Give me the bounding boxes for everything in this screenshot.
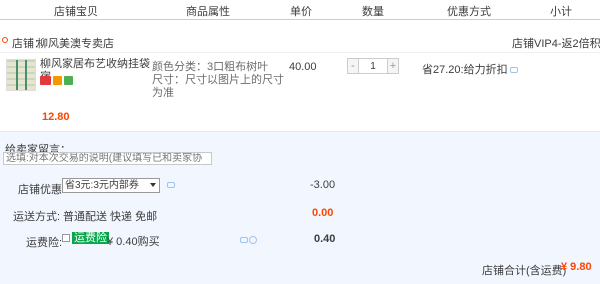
- insurance-icons: [238, 234, 257, 246]
- credit-card-icon: [40, 76, 51, 85]
- shipping-method: 普通配送 快递 免邮: [63, 211, 158, 223]
- header-subtotal: 小计: [550, 6, 572, 18]
- seven-day-return-icon: [64, 76, 73, 85]
- header-quantity: 数量: [362, 6, 384, 18]
- message-icon[interactable]: [167, 182, 175, 188]
- quantity-decrease-button[interactable]: -: [348, 59, 359, 73]
- shop-total-amount: ¥ 9.80: [561, 261, 592, 273]
- table-header: 店铺宝贝 商品属性 单价 数量 优惠方式 小计: [0, 0, 600, 20]
- seller-message-input[interactable]: [3, 152, 212, 165]
- message-icon[interactable]: [509, 67, 518, 74]
- quantity-increase-button[interactable]: +: [387, 59, 398, 73]
- help-icon[interactable]: [249, 236, 257, 245]
- coupon-select[interactable]: 省3元:3元内部券: [62, 178, 160, 193]
- header-shop-item: 店铺宝贝: [54, 6, 98, 18]
- coupon-label: 店铺优惠:: [18, 184, 66, 196]
- message-icon[interactable]: [240, 237, 248, 244]
- insurance-amount: 0.40: [314, 233, 336, 245]
- quantity-input[interactable]: [359, 59, 387, 73]
- coupon-selected-value: 省3元:3元内部券: [65, 180, 139, 191]
- shop-name-link[interactable]: 柳风美澳专卖店: [37, 35, 114, 51]
- coupon-amount: -3.00: [310, 179, 336, 191]
- shop-icon: [2, 37, 8, 43]
- item-subtotal: 12.80: [42, 111, 70, 123]
- header-attributes: 商品属性: [186, 6, 230, 18]
- seller-badge-icon: [53, 76, 62, 85]
- shipping-label: 运送方式:: [13, 211, 61, 223]
- shipping-amount: 0.00: [312, 207, 334, 219]
- attribute-size: 尺寸：尺寸以图片上的尺寸: [152, 74, 284, 86]
- attribute-size-cont: 为准: [152, 87, 174, 99]
- shop-row: 店铺： 柳风美澳专卖店 店铺VIP4-返2倍积分: [0, 33, 600, 51]
- cart-item: 柳风家居布艺收纳挂袋 宿 颜色分类：3口粗布树叶 尺寸：尺寸以图片上的尺寸 为准…: [0, 52, 600, 130]
- product-thumbnail[interactable]: [6, 59, 36, 91]
- header-unit-price: 单价: [290, 6, 312, 18]
- insurance-label: 运费险:: [26, 237, 63, 249]
- order-panel: 给卖家留言： 店铺优惠: 省3元:3元内部券 -3.00 运送方式: 普通配送 …: [0, 131, 600, 284]
- unit-price: 40.00: [289, 61, 317, 73]
- insurance-checkbox[interactable]: [62, 234, 70, 242]
- insurance-name-badge[interactable]: 运费险: [72, 232, 109, 244]
- attribute-color: 颜色分类：3口粗布树叶: [152, 61, 269, 73]
- discount-text: 省27.20:给力折扣: [422, 64, 508, 76]
- insurance-price: ¥ 0.40购买: [107, 236, 160, 248]
- product-badges: [40, 76, 75, 85]
- chevron-down-icon: [150, 183, 156, 187]
- quantity-stepper: - +: [347, 58, 399, 74]
- shop-total-label: 店铺合计(含运费): [482, 265, 567, 277]
- header-discount: 优惠方式: [447, 6, 491, 18]
- shop-service-tag[interactable]: 店铺VIP4-返2倍积分: [512, 35, 600, 51]
- discount-info: 省27.20:给力折扣: [422, 61, 518, 77]
